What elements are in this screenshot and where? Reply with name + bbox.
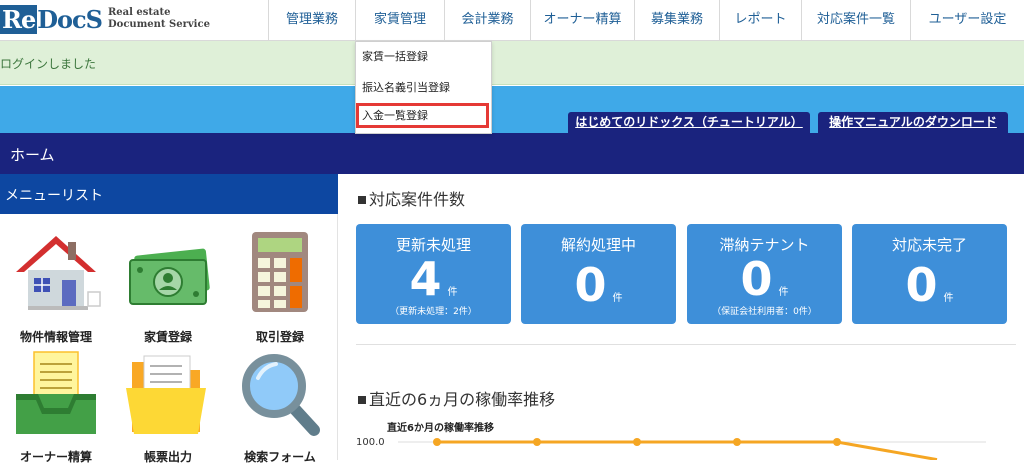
card-count: 0	[905, 258, 938, 312]
cases-section-title: 対応案件件数	[358, 186, 465, 210]
home-label[interactable]: ホーム	[10, 144, 55, 165]
logo-docs: DocS	[37, 5, 103, 34]
occupancy-section-title: 直近の6ヵ月の稼働率推移	[358, 386, 555, 410]
menu-tile-report-output-label: 帳票出力	[143, 450, 192, 464]
card-count: 0	[740, 252, 773, 306]
logo-subtitle-line2: Document Service	[108, 19, 210, 30]
card-delinquent-tenant[interactable]: 滞納テナント 0件 （保証会社利用者：0件）	[687, 224, 842, 324]
login-message-bar: ログインしました	[0, 41, 1024, 85]
menu-list-title: メニューリスト	[5, 188, 103, 204]
card-unresolved[interactable]: 対応未完了 0件	[852, 224, 1007, 324]
logo-mark: ReDocS	[0, 5, 103, 35]
manual-download-button[interactable]: 操作マニュアルのダウンロード	[818, 112, 1008, 133]
occupancy-series-line	[437, 440, 938, 460]
menu-tile-transaction-label: 取引登録	[255, 330, 304, 344]
nav-boshu-gyomu[interactable]: 募集業務	[634, 0, 719, 40]
rent-management-dropdown: 家賃一括登録 振込名義引当登録 入金一覧登録	[355, 41, 492, 134]
logo-re: Re	[0, 5, 38, 34]
logo[interactable]: ReDocS Real estate Document Service	[0, 0, 268, 40]
y-tick-100: 100.0	[356, 437, 385, 448]
nav-kaikei-gyomu[interactable]: 会計業務	[444, 0, 530, 40]
nav-kanri-gyomu[interactable]: 管理業務	[268, 0, 355, 40]
occupancy-point[interactable]	[433, 438, 441, 446]
tutorial-button[interactable]: はじめてのリドックス（チュートリアル）	[568, 112, 810, 133]
menu-tile-transaction[interactable]: 取引登録	[224, 228, 336, 346]
house-icon	[16, 236, 101, 310]
occupancy-point[interactable]	[833, 438, 841, 446]
nav-owner-seisan[interactable]: オーナー精算	[530, 0, 634, 40]
card-unit: 件	[778, 287, 789, 298]
menu-tile-property-label: 物件情報管理	[19, 330, 92, 344]
card-note: （更新未処理：2件）	[390, 307, 477, 317]
menu-tile-owner-settlement-label: オーナー精算	[19, 450, 92, 464]
dropdown-item-bulk-rent[interactable]: 家賃一括登録	[362, 46, 428, 68]
card-unit: 件	[612, 293, 623, 304]
card-title: 解約処理中	[560, 236, 636, 254]
nav-user-settings[interactable]: ユーザー設定	[910, 0, 1024, 40]
menu-tile-property[interactable]: 物件情報管理	[0, 228, 112, 346]
inbox-tray-icon	[16, 351, 96, 434]
money-icon	[129, 248, 210, 305]
card-cancellation-processing[interactable]: 解約処理中 0件	[521, 224, 676, 324]
section-divider	[356, 344, 1016, 345]
occupancy-point[interactable]	[533, 438, 541, 446]
calculator-icon	[252, 232, 308, 312]
menu-tile-report-output[interactable]: 帳票出力	[112, 348, 224, 466]
card-title: 対応未完了	[891, 236, 967, 254]
card-count-wrap: 0件	[852, 260, 1007, 324]
magnifier-icon	[242, 354, 320, 436]
home-bar: ホーム	[0, 133, 1024, 174]
card-count: 0	[574, 258, 607, 312]
card-count: 4	[409, 252, 442, 306]
card-note: （保証会社利用者：0件）	[712, 307, 817, 317]
folder-icon	[126, 355, 206, 434]
dropdown-item-payment-list[interactable]: 入金一覧登録	[362, 105, 428, 127]
nav-taio-anken[interactable]: 対応案件一覧	[801, 0, 910, 40]
menu-panel: 物件情報管理 家賃登録 取引登録 オーナー精算 帳票出力 検索フォーム	[0, 214, 338, 464]
chart-title: 直近6か月の稼働率推移	[387, 421, 494, 434]
card-renewal-pending[interactable]: 更新未処理 4件 （更新未処理：2件）	[356, 224, 511, 324]
login-message: ログインしました	[0, 57, 97, 71]
nav-yachin-kanri[interactable]: 家賃管理	[355, 0, 444, 40]
logo-subtitle: Real estate Document Service	[108, 7, 210, 31]
card-count-wrap: 0件	[521, 260, 676, 324]
nav-report[interactable]: レポート	[719, 0, 801, 40]
logo-subtitle-line1: Real estate	[108, 7, 171, 18]
card-unit: 件	[943, 293, 954, 304]
main-nav: 管理業務 家賃管理 会計業務 オーナー精算 募集業務 レポート 対応案件一覧 ユ…	[268, 0, 1024, 40]
occupancy-chart: 直近6か月の稼働率推移 100.0	[356, 421, 986, 460]
menu-tile-owner-settlement[interactable]: オーナー精算	[0, 348, 112, 466]
menu-tile-search-form[interactable]: 検索フォーム	[224, 348, 336, 466]
menu-tile-rent[interactable]: 家賃登録	[112, 228, 224, 346]
menu-tile-search-form-label: 検索フォーム	[244, 450, 316, 464]
chart-marks	[433, 438, 938, 460]
top-header: ReDocS Real estate Document Service 管理業務…	[0, 0, 1024, 41]
occupancy-point[interactable]	[633, 438, 641, 446]
card-unit: 件	[447, 287, 458, 298]
occupancy-point[interactable]	[733, 438, 741, 446]
menu-list-header: メニューリスト	[0, 174, 338, 214]
menu-tile-rent-label: 家賃登録	[143, 330, 192, 344]
dropdown-item-transfer-name[interactable]: 振込名義引当登録	[362, 77, 450, 99]
